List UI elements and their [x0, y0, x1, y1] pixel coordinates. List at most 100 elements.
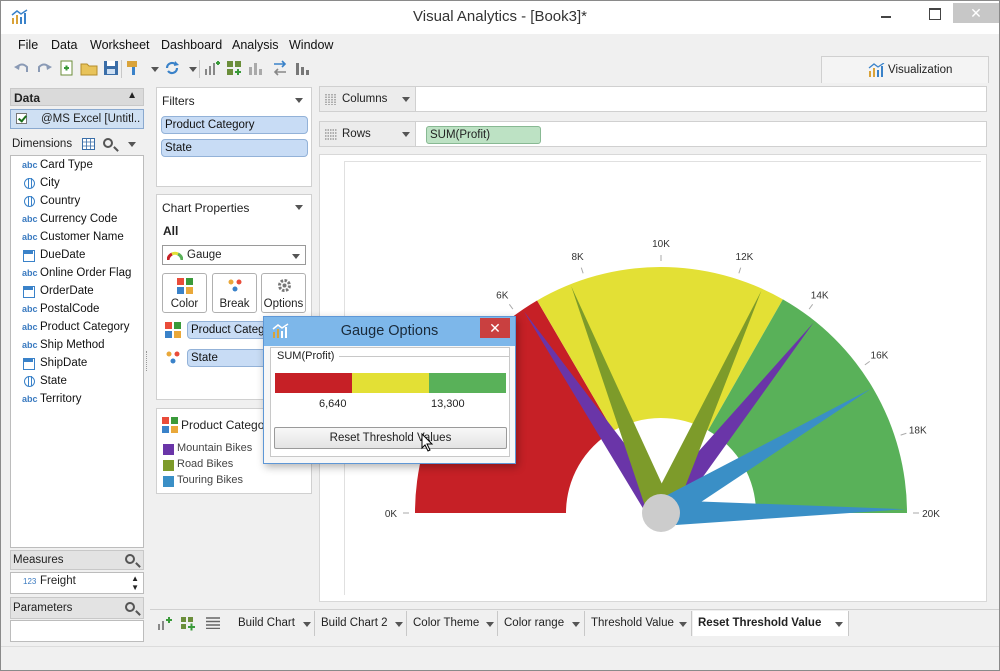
dimension-territory[interactable]: abc Territory	[11, 391, 143, 409]
gauge-tick	[580, 267, 584, 274]
dimension-country[interactable]: Country	[11, 193, 143, 211]
new-worksheet-icon[interactable]	[157, 616, 173, 631]
menu-worksheet[interactable]: Worksheet	[90, 38, 150, 52]
chevron-down-icon[interactable]	[402, 132, 410, 137]
chevron-down-icon[interactable]	[295, 98, 303, 103]
save-icon[interactable]	[102, 59, 120, 77]
dimension-product-category[interactable]: abc Product Category	[11, 319, 143, 337]
chevron-down-icon[interactable]	[189, 67, 197, 72]
color-button[interactable]: Color	[162, 273, 207, 313]
threshold-value-2: 13,300	[431, 398, 465, 410]
swap-axes-icon[interactable]	[271, 59, 289, 77]
datasource-checkbox[interactable]	[16, 113, 27, 124]
scroll-arrows-icon[interactable]: ▲ ▼	[131, 574, 139, 592]
dimension-orderdate[interactable]: OrderDate	[11, 283, 143, 301]
dimension-postalcode[interactable]: abc PostalCode	[11, 301, 143, 319]
new-dashboard-icon[interactable]	[180, 616, 196, 631]
legend-swatch	[163, 460, 174, 471]
chevron-down-icon[interactable]	[572, 622, 580, 627]
dimension-currency-code[interactable]: abc Currency Code	[11, 211, 143, 229]
text-type-icon: abc	[22, 160, 38, 170]
sheet-tab-build-chart-2[interactable]: Build Chart 2	[316, 611, 407, 636]
dimension-card-type[interactable]: abc Card Type	[11, 157, 143, 175]
sheet-tab-reset-threshold-value[interactable]: Reset Threshold Value	[693, 611, 849, 636]
columns-shelf[interactable]: Columns	[319, 86, 987, 112]
menu-window[interactable]: Window	[289, 38, 333, 52]
threshold-band-low[interactable]	[275, 373, 352, 393]
dimension-online-order-flag[interactable]: abc Online Order Flag	[11, 265, 143, 283]
minimize-button[interactable]	[871, 3, 901, 23]
maximize-button[interactable]	[919, 3, 949, 23]
open-folder-icon[interactable]	[80, 59, 98, 77]
search-icon[interactable]	[125, 602, 135, 612]
text-type-icon: abc	[22, 394, 38, 404]
chart-type-select[interactable]: Gauge	[162, 245, 306, 265]
search-icon[interactable]	[103, 138, 113, 148]
sheet-tab-threshold-value[interactable]: Threshold Value	[586, 611, 692, 636]
dimension-duedate[interactable]: DueDate	[11, 247, 143, 265]
options-button[interactable]: Options	[261, 273, 306, 313]
sort-arrows-icon[interactable]: ▲	[127, 90, 137, 101]
tab-visualization[interactable]: Visualization	[821, 56, 989, 83]
chevron-down-icon[interactable]	[128, 142, 136, 147]
chevron-down-icon[interactable]	[151, 67, 159, 72]
dimension-shipdate[interactable]: ShipDate	[11, 355, 143, 373]
undo-icon[interactable]	[13, 59, 31, 77]
chevron-down-icon[interactable]	[835, 622, 843, 627]
dimension-label: PostalCode	[40, 303, 100, 315]
measure-freight[interactable]: Freight	[40, 575, 76, 587]
chevron-down-icon[interactable]	[679, 622, 687, 627]
measures-header: Measures	[10, 550, 144, 570]
datasource-item[interactable]: @MS Excel [Untitl...	[10, 109, 144, 129]
chevron-down-icon[interactable]	[486, 622, 494, 627]
dimension-customer-name[interactable]: abc Customer Name	[11, 229, 143, 247]
format-brush-icon[interactable]	[125, 59, 143, 77]
dialog-title-bar[interactable]: Gauge Options ✕	[264, 317, 515, 346]
visualization-icon	[868, 63, 885, 77]
reset-threshold-button[interactable]: Reset Threshold Values	[274, 427, 507, 449]
sheet-tab-build-chart[interactable]: Build Chart	[233, 611, 315, 636]
add-chart-icon[interactable]	[203, 59, 221, 77]
refresh-icon[interactable]	[163, 59, 181, 77]
sheet-list-icon[interactable]	[206, 617, 220, 629]
close-button[interactable]: ✕	[953, 3, 999, 23]
dimension-ship-method[interactable]: abc Ship Method	[11, 337, 143, 355]
dimension-city[interactable]: City	[11, 175, 143, 193]
text-type-icon: abc	[22, 268, 38, 278]
chevron-down-icon[interactable]	[295, 205, 303, 210]
rows-pill-sum-profit[interactable]: SUM(Profit)	[426, 126, 541, 144]
legend-title: Product Category	[181, 418, 275, 432]
sheet-tab-color-range[interactable]: Color range	[499, 611, 585, 636]
menu-dashboard[interactable]: Dashboard	[161, 38, 222, 52]
calendar-icon	[23, 250, 35, 262]
search-icon[interactable]	[125, 554, 135, 564]
table-view-icon[interactable]	[82, 138, 95, 150]
data-panel-title: Data	[14, 91, 41, 105]
splitter-handle[interactable]	[146, 351, 149, 371]
bar-chart-icon[interactable]	[247, 59, 265, 77]
legend-label: Mountain Bikes	[177, 442, 253, 454]
add-dashboard-icon[interactable]	[225, 59, 243, 77]
datasource-label: @MS Excel [Untitl...	[41, 113, 141, 125]
menu-analysis[interactable]: Analysis	[232, 38, 279, 52]
threshold-band-high[interactable]	[429, 373, 506, 393]
globe-icon	[24, 178, 35, 189]
filters-title: Filters	[162, 94, 195, 108]
sheet-tab-label: Reset Threshold Value	[698, 617, 822, 629]
break-button[interactable]: Break	[212, 273, 257, 313]
menu-file[interactable]: File	[18, 38, 38, 52]
redo-icon[interactable]	[35, 59, 53, 77]
new-sheet-icon[interactable]	[58, 59, 76, 77]
dialog-close-button[interactable]: ✕	[480, 318, 510, 338]
sheet-tab-color-theme[interactable]: Color Theme	[408, 611, 498, 636]
chevron-down-icon[interactable]	[303, 622, 311, 627]
chevron-down-icon[interactable]	[402, 97, 410, 102]
filter-pill-product-category[interactable]: Product Category	[161, 116, 308, 134]
menu-data[interactable]: Data	[51, 38, 77, 52]
filter-pill-state[interactable]: State	[161, 139, 308, 157]
sort-icon[interactable]	[293, 59, 311, 77]
dimension-state[interactable]: State	[11, 373, 143, 391]
threshold-band-mid[interactable]	[352, 373, 429, 393]
chevron-down-icon[interactable]	[395, 622, 403, 627]
rows-shelf[interactable]: Rows	[319, 121, 987, 147]
